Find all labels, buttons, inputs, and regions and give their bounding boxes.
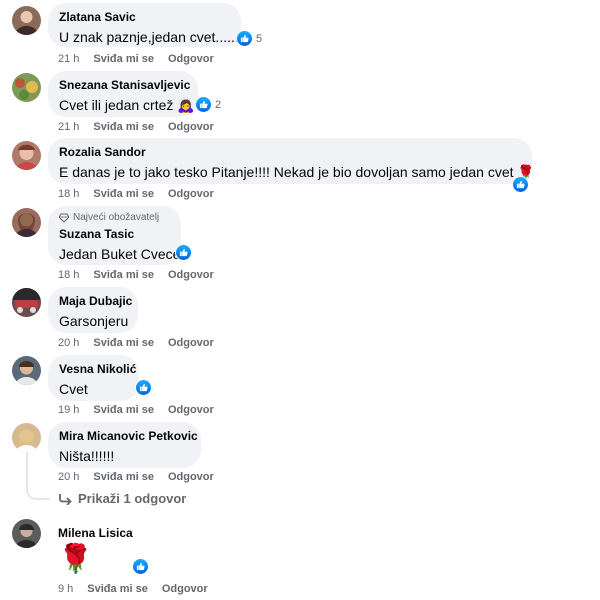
reply-button[interactable]: Odgovor (168, 53, 214, 65)
reaction-badge[interactable]: 5 (236, 30, 262, 47)
like-button[interactable]: Sviđa mi se (93, 471, 154, 483)
avatar-photo (15, 144, 38, 170)
comment-bubble: Vesna Nikolić Cvet (48, 355, 139, 401)
comment-meta: 19 h Sviđa mi se Odgovor (58, 404, 214, 416)
avatar[interactable] (12, 288, 41, 317)
person-bowing-emoji: 🙇‍♀️ (177, 97, 195, 113)
avatar[interactable] (12, 208, 41, 237)
reply-button[interactable]: Odgovor (168, 269, 214, 281)
comment-bubble: Zlatana Savic U znak paznje,jedan cvet..… (48, 3, 247, 47)
comment-text: Cvet (59, 381, 88, 397)
comment-meta: 20 h Sviđa mi se Odgovor (58, 471, 214, 483)
rose-emoji: 🌹 (58, 543, 93, 574)
avatar[interactable] (12, 356, 41, 385)
avatar-photo (15, 78, 38, 100)
thumbs-up-icon (195, 96, 212, 113)
avatar-photo (15, 11, 38, 35)
show-replies-button[interactable]: Prikaži 1 odgovor (58, 491, 186, 506)
thumbs-up-icon (175, 244, 192, 261)
avatar-photo (15, 429, 38, 452)
comment-time[interactable]: 18 h (58, 188, 79, 200)
thumbs-up-icon (132, 558, 149, 575)
comment-meta: 21 h Sviđa mi se Odgovor (58, 53, 214, 65)
avatar-photo (15, 524, 38, 548)
comment-author[interactable]: Rozalia Sandor (59, 145, 521, 160)
diamond-icon (59, 213, 69, 223)
reaction-count: 2 (215, 98, 222, 111)
avatar-photo (12, 288, 41, 313)
reaction-badge[interactable]: 2 (195, 96, 221, 113)
comment-bubble: Maja Dubajic Garsonjeru (48, 287, 138, 333)
thumbs-up-icon (236, 30, 253, 47)
comment-meta: 21 h Sviđa mi se Odgovor (58, 121, 214, 133)
comment-bubble: Mira Micanovic Petkovic Ništa!!!!!! (48, 422, 201, 468)
show-replies-label: Prikaži 1 odgovor (78, 491, 187, 506)
comment-meta: 18 h Sviđa mi se Odgovor (58, 188, 214, 200)
avatar[interactable] (12, 73, 41, 102)
like-button[interactable]: Sviđa mi se (93, 269, 154, 281)
comment-bubble: Rozalia Sandor E danas je to jako tesko … (48, 138, 535, 184)
comment-author[interactable]: Snezana Stanisavljevic (59, 78, 190, 93)
avatar[interactable] (12, 519, 41, 548)
reaction-badge[interactable] (512, 176, 529, 193)
comment-text: Jedan Buket Cvece (59, 246, 181, 262)
comment-author[interactable]: Zlatana Savic (59, 10, 230, 25)
comment-text-body: E danas je to jako tesko Pitanje!!!! Nek… (59, 164, 514, 180)
avatar-photo (15, 213, 38, 237)
comment-bubble: Snezana Stanisavljevic Cvet ili jedan cr… (48, 71, 198, 117)
top-fan-badge: Najveći obožavatelj (59, 212, 170, 224)
reply-button[interactable]: Odgovor (162, 583, 208, 595)
comment-time[interactable]: 19 h (58, 404, 79, 416)
comment-time[interactable]: 21 h (58, 53, 79, 65)
reply-button[interactable]: Odgovor (168, 188, 214, 200)
reply-button[interactable]: Odgovor (168, 404, 214, 416)
thumbs-up-icon (135, 379, 152, 396)
reaction-badge[interactable] (132, 558, 149, 575)
comment-time[interactable]: 9 h (58, 583, 73, 595)
like-button[interactable]: Sviđa mi se (93, 337, 154, 349)
comment-meta: 20 h Sviđa mi se Odgovor (58, 337, 214, 349)
comment-text-body: Cvet ili jedan crtež (59, 97, 174, 113)
comment-time[interactable]: 18 h (58, 269, 79, 281)
comment-author[interactable]: Suzana Tasic (59, 227, 170, 242)
reply-button[interactable]: Odgovor (168, 121, 214, 133)
reply-arrow-icon (59, 493, 72, 505)
comment-text: Cvet ili jedan crtež 🙇‍♀️ (59, 96, 195, 114)
comment-author[interactable]: Milena Lisica (58, 526, 133, 541)
comment-text: Garsonjeru (59, 313, 129, 329)
reply-button[interactable]: Odgovor (168, 337, 214, 349)
comment-text: U znak paznje,jedan cvet......!! (59, 29, 247, 45)
reaction-badge[interactable] (175, 244, 192, 261)
avatar[interactable] (12, 423, 41, 452)
thumbs-up-icon (512, 176, 529, 193)
comment-meta: 18 h Sviđa mi se Odgovor (58, 269, 214, 281)
comment-author[interactable]: Mira Micanovic Petkovic (59, 429, 198, 444)
comment-author[interactable]: Maja Dubajic (59, 294, 132, 309)
like-button[interactable]: Sviđa mi se (93, 404, 154, 416)
comment-text: Ništa!!!!!! (59, 448, 115, 464)
like-button[interactable]: Sviđa mi se (87, 583, 148, 595)
reply-thread-line (26, 452, 50, 500)
reaction-badge[interactable] (135, 379, 152, 396)
like-button[interactable]: Sviđa mi se (93, 188, 154, 200)
comment-meta: 9 h Sviđa mi se Odgovor (58, 583, 208, 595)
like-button[interactable]: Sviđa mi se (93, 53, 154, 65)
comment-time[interactable]: 20 h (58, 471, 79, 483)
reply-button[interactable]: Odgovor (168, 471, 214, 483)
like-button[interactable]: Sviđa mi se (93, 121, 154, 133)
comment-time[interactable]: 20 h (58, 337, 79, 349)
top-fan-label: Najveći obožavatelj (73, 212, 160, 223)
reaction-count: 5 (256, 32, 263, 45)
comment-bubble: Najveći obožavatelj Suzana Tasic Jedan B… (48, 206, 181, 265)
comment-time[interactable]: 21 h (58, 121, 79, 133)
avatar[interactable] (12, 6, 41, 35)
comment-text: E danas je to jako tesko Pitanje!!!! Nek… (59, 163, 535, 181)
avatar-photo (15, 361, 38, 385)
comment-author[interactable]: Vesna Nikolić (59, 362, 136, 377)
avatar[interactable] (12, 141, 41, 170)
